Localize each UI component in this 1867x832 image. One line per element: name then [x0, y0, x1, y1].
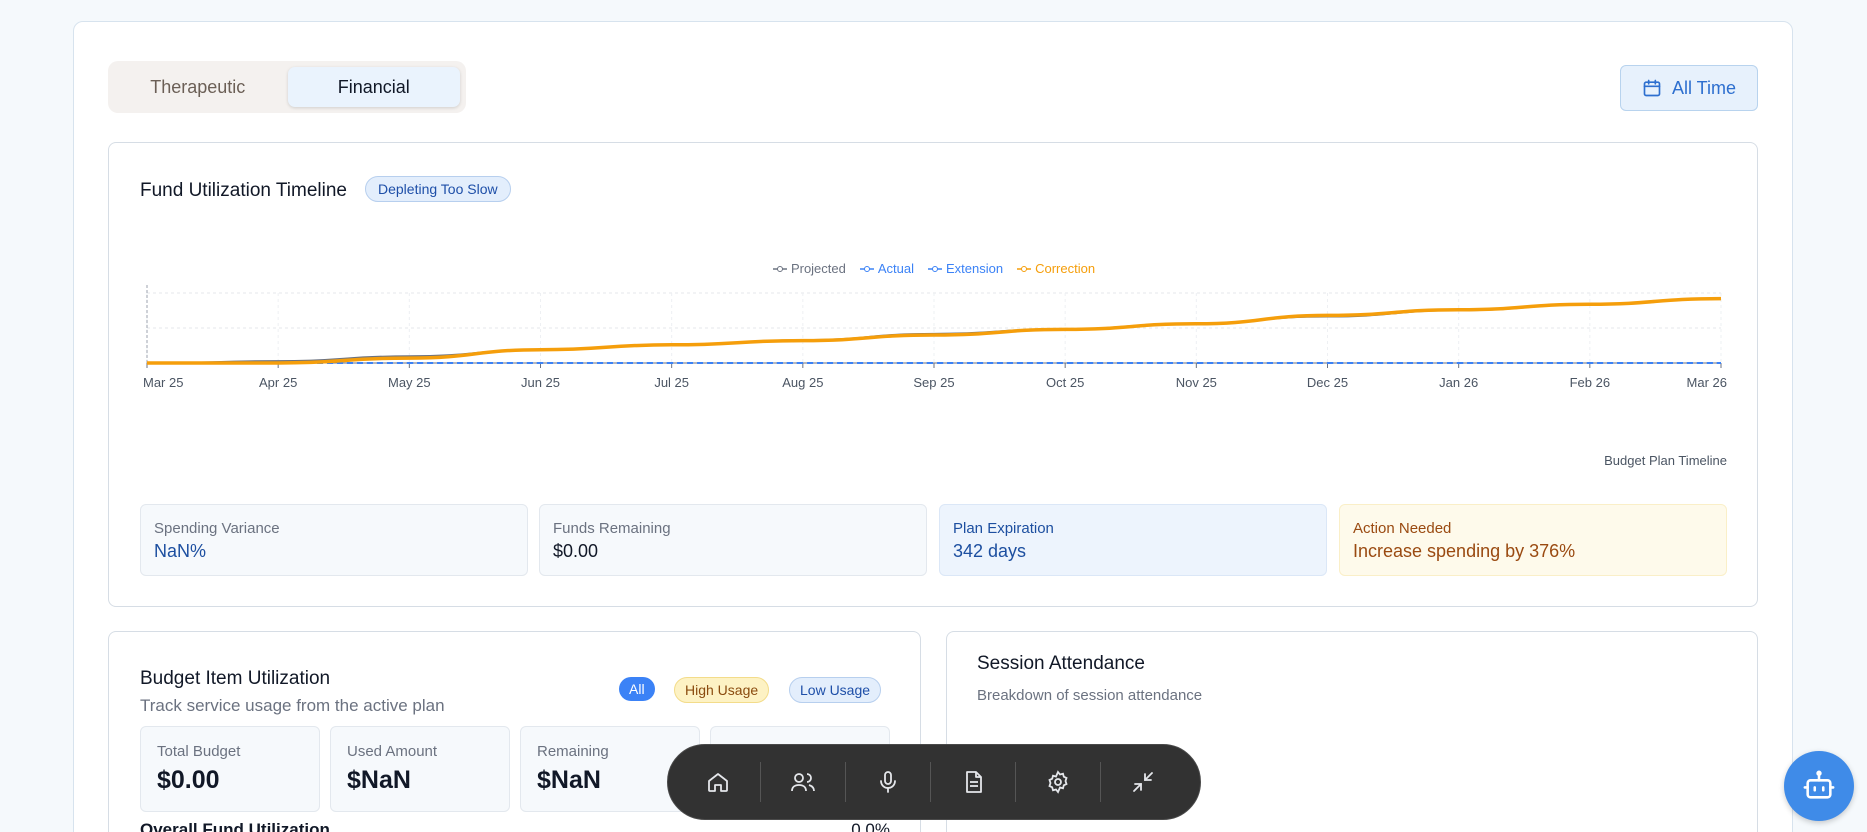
fund-timeline-chart: Mar 25 Apr 25 May 25 Jun 25 Jul 25 Aug 25 Sep … [143, 285, 1727, 390]
overall-utilization-label: Overall Fund Utilization [140, 820, 330, 832]
x-tick-label: Dec 25 [1307, 375, 1348, 390]
legend-label: Projected [790, 261, 846, 276]
dock-divider [1100, 762, 1101, 802]
document-icon[interactable] [953, 762, 993, 802]
session-card-subtitle: Breakdown of session attendance [977, 687, 1203, 704]
metric-label: Total Budget [157, 743, 241, 760]
x-tick-label: Jul 25 [654, 375, 689, 390]
metric-label: Remaining [537, 743, 609, 760]
gear-icon[interactable] [1038, 762, 1078, 802]
filter-high-usage[interactable]: High Usage [674, 677, 770, 703]
assistant-button[interactable] [1784, 751, 1854, 821]
session-card-title: Session Attendance [977, 653, 1145, 674]
stat-action-needed: Action Needed Increase spending by 376% [1339, 504, 1727, 576]
overall-utilization-value: 0.0% [851, 820, 890, 832]
stat-label: Funds Remaining [553, 520, 671, 537]
metric-label: Used Amount [347, 743, 438, 760]
stat-value: $0.00 [553, 541, 599, 561]
stat-funds-remaining: Funds Remaining $0.00 [539, 504, 927, 576]
time-range-button[interactable]: All Time [1620, 65, 1758, 111]
filter-low-usage[interactable]: Low Usage [789, 677, 882, 703]
metric-value: $NaN [347, 766, 411, 794]
collapse-icon[interactable] [1123, 762, 1163, 802]
legend-label: Actual [877, 261, 914, 276]
metric-used-amount: Used Amount $NaN [330, 726, 510, 812]
stat-label: Action Needed [1353, 520, 1452, 537]
x-tick-label: Oct 25 [1046, 375, 1084, 390]
x-tick-label: Mar 26 [1687, 375, 1727, 390]
metric-value: $0.00 [157, 766, 220, 794]
legend-label: Correction [1035, 261, 1096, 276]
metric-value: $NaN [537, 766, 601, 794]
tab-therapeutic[interactable]: Therapeutic [114, 67, 282, 107]
metric-total-budget: Total Budget $0.00 [140, 726, 320, 812]
fund-card-title: Fund Utilization Timeline [140, 180, 347, 201]
x-tick-label: Feb 26 [1570, 375, 1610, 390]
stat-spending-variance: Spending Variance NaN% [140, 504, 528, 576]
x-tick-label: Apr 25 [259, 375, 297, 390]
stat-value: 342 days [953, 541, 1027, 561]
stat-label: Plan Expiration [953, 520, 1054, 537]
floating-dock [667, 744, 1201, 820]
stat-plan-expiration: Plan Expiration 342 days [939, 504, 1327, 576]
x-tick-label: Jun 25 [521, 375, 560, 390]
home-icon[interactable] [698, 762, 738, 802]
dock-divider [1015, 762, 1016, 802]
legend-item-extension[interactable]: Extension [928, 261, 1003, 276]
legend-item-projected[interactable]: Projected [772, 261, 846, 276]
x-tick-label: Mar 25 [143, 375, 183, 390]
x-tick-label: Nov 25 [1176, 375, 1217, 390]
chart-legend: Projected Actual Extension Correction [109, 261, 1759, 276]
fund-utilization-card: Fund Utilization Timeline Depleting Too … [108, 142, 1758, 607]
filter-all[interactable]: All [619, 677, 655, 701]
dock-divider [845, 762, 846, 802]
stat-value: NaN% [154, 541, 207, 561]
dock-divider [760, 762, 761, 802]
robot-icon [1803, 770, 1835, 799]
x-tick-label: Sep 25 [913, 375, 954, 390]
tab-financial[interactable]: Financial [287, 67, 460, 107]
stat-label: Spending Variance [154, 520, 280, 537]
calendar-icon [1643, 79, 1661, 97]
stat-value: Increase spending by 376% [1353, 541, 1576, 561]
users-icon[interactable] [783, 762, 823, 802]
chart-caption: Budget Plan Timeline [1604, 453, 1727, 468]
status-badge: Depleting Too Slow [365, 176, 511, 202]
x-tick-label: Jan 26 [1439, 375, 1478, 390]
legend-item-actual[interactable]: Actual [859, 261, 914, 276]
time-range-label: All Time [1671, 77, 1736, 98]
legend-item-correction[interactable]: Correction [1017, 261, 1095, 276]
x-tick-label: May 25 [388, 375, 431, 390]
microphone-icon[interactable] [868, 762, 908, 802]
dock-divider [930, 762, 931, 802]
budget-card-subtitle: Track service usage from the active plan [140, 696, 445, 715]
budget-card-title: Budget Item Utilization [140, 668, 331, 689]
x-tick-label: Aug 25 [782, 375, 823, 390]
view-tabs: Therapeutic Financial [108, 61, 466, 113]
legend-label: Extension [946, 261, 1004, 276]
